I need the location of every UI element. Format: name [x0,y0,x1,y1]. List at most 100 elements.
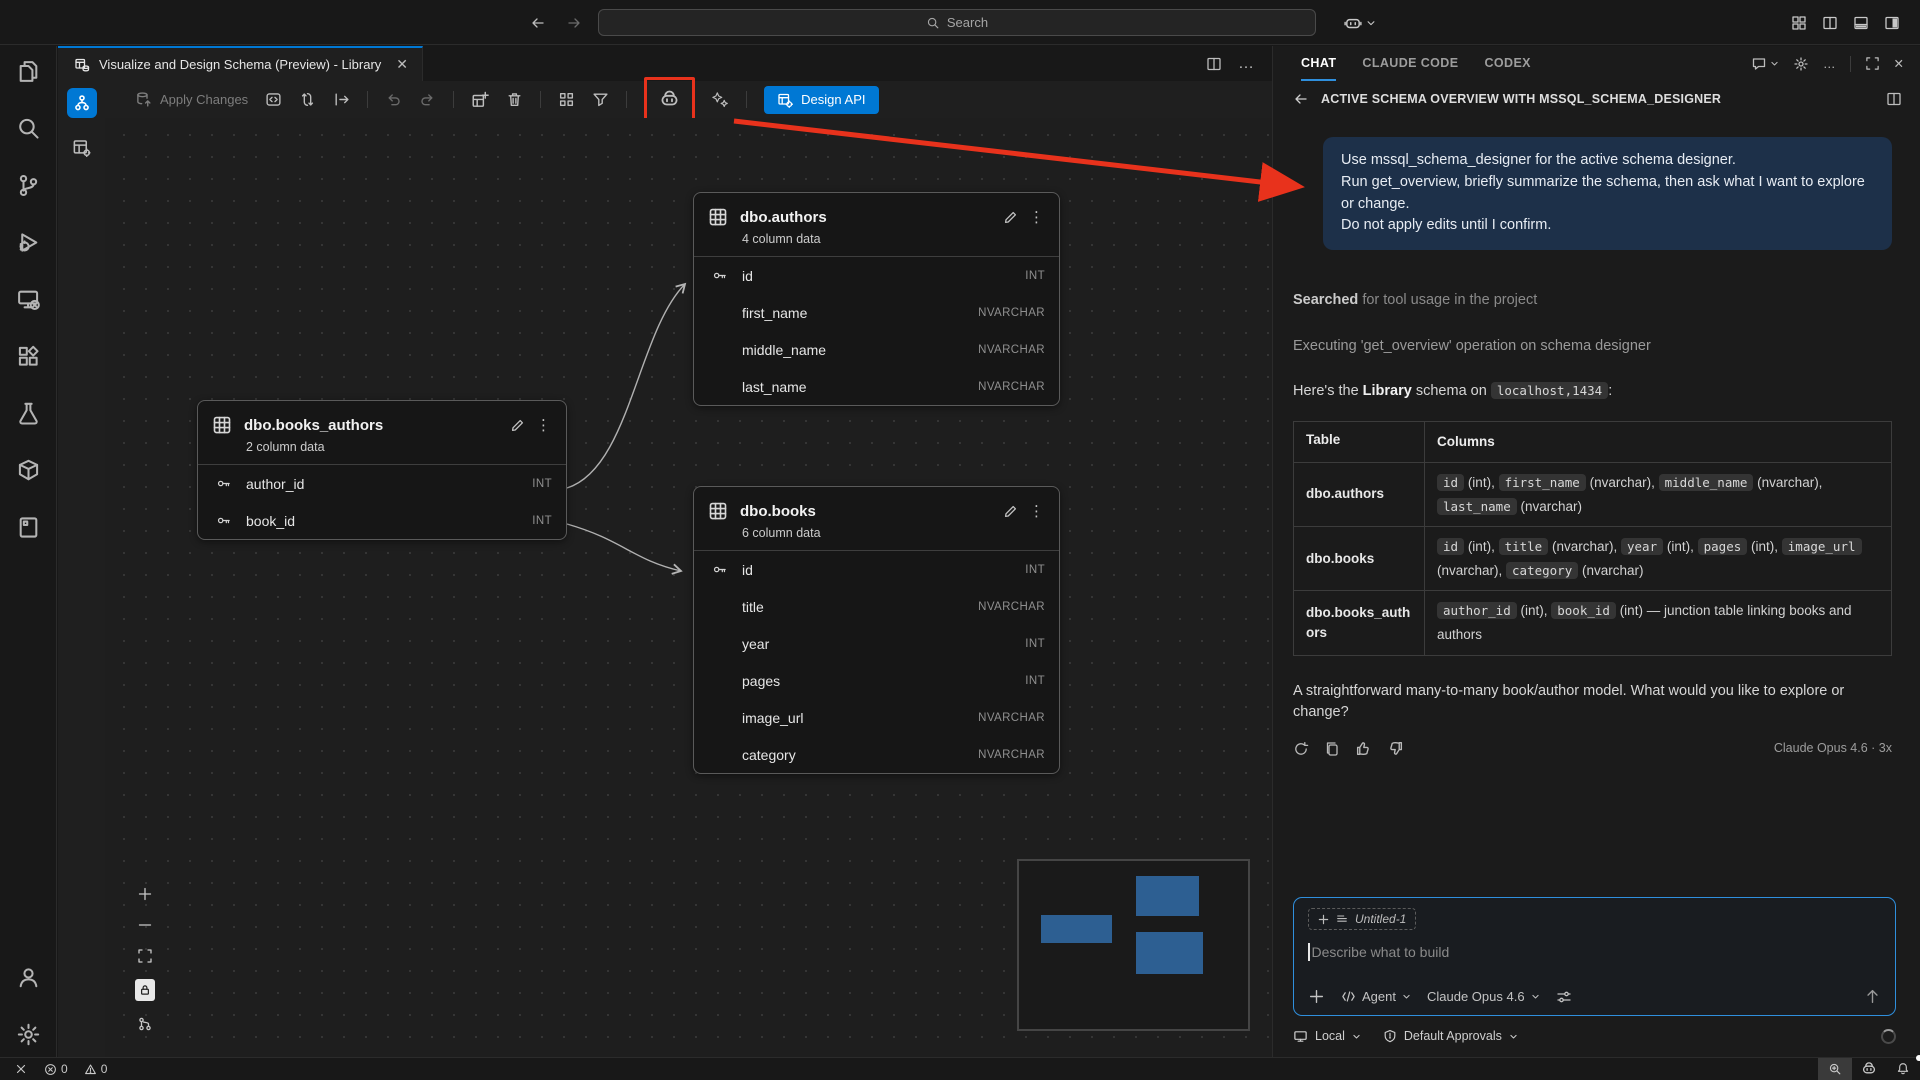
tab-chat[interactable]: CHAT [1301,46,1336,81]
auto-layout-icon[interactable] [558,91,575,108]
settings-gear-icon[interactable] [15,1021,41,1047]
tools-sliders-icon[interactable] [1556,989,1572,1005]
chat-more-icon[interactable]: … [1823,57,1836,71]
remote-indicator-icon[interactable] [14,1062,28,1076]
export-icon[interactable] [333,91,350,108]
close-panel-icon[interactable]: ✕ [1894,56,1904,71]
tab-codex[interactable]: CODEX [1484,46,1530,81]
regenerate-icon[interactable] [1293,741,1309,757]
searched-step[interactable]: Searched for tool usage in the project [1293,290,1892,312]
database-panel-icon[interactable] [15,514,41,540]
notifications-bell-icon[interactable] [1886,1058,1920,1080]
visualize-schema-button[interactable] [67,88,97,118]
copilot-toolbar-icon[interactable] [659,89,680,110]
column-row[interactable]: id INT [694,551,1059,588]
split-columns-icon[interactable] [1822,15,1838,31]
delete-table-icon[interactable] [506,91,523,108]
column-row[interactable]: category NVARCHAR [694,736,1059,773]
column-row[interactable]: year INT [694,625,1059,662]
column-row[interactable]: book_id INT [198,502,566,539]
remote-explorer-icon[interactable] [15,286,41,312]
edit-table-icon[interactable] [1003,209,1019,225]
run-debug-icon[interactable] [15,229,41,255]
source-control-icon[interactable] [15,172,41,198]
filter-icon[interactable] [592,91,609,108]
column-row[interactable]: id INT [694,257,1059,294]
compare-changes-icon[interactable] [299,91,316,108]
thumbs-down-icon[interactable] [1387,740,1404,757]
layout-grid-icon[interactable] [1791,15,1807,31]
text-cursor [1308,943,1310,961]
add-table-icon[interactable] [471,91,489,109]
maximize-panel-icon[interactable] [1865,56,1880,71]
schema-canvas[interactable]: dbo.books_authors ⋮ 2 column data author… [105,118,1272,1057]
interactivity-button[interactable] [137,1016,153,1032]
table-node-books-authors[interactable]: dbo.books_authors ⋮ 2 column data author… [197,400,567,540]
chat-input-box[interactable]: Untitled-1 Describe what to build Agent … [1293,897,1896,1016]
command-center-search[interactable]: Search [598,9,1316,36]
explorer-icon[interactable] [15,58,41,84]
zoom-out-button[interactable] [137,917,153,933]
zoom-in-button[interactable] [137,886,153,902]
containers-icon[interactable] [15,457,41,483]
extensions-icon[interactable] [15,343,41,369]
mode-selector[interactable]: Agent [1341,989,1411,1004]
edit-table-icon[interactable] [1003,503,1019,519]
open-in-editor-icon[interactable] [1886,91,1902,107]
column-row[interactable]: first_name NVARCHAR [694,294,1059,331]
thumbs-up-icon[interactable] [1355,740,1372,757]
back-arrow-icon[interactable] [530,15,546,31]
redo-icon[interactable] [419,91,436,108]
split-editor-icon[interactable] [1206,56,1222,72]
sparkle-icon[interactable] [712,91,729,108]
column-row[interactable]: title NVARCHAR [694,588,1059,625]
attach-icon[interactable] [1308,988,1325,1005]
edit-table-icon[interactable] [510,417,526,433]
table-menu-icon[interactable]: ⋮ [1029,208,1045,226]
account-icon[interactable] [15,964,41,990]
fit-view-button[interactable] [137,948,153,964]
context-chip[interactable]: Untitled-1 [1308,908,1416,930]
column-row[interactable]: last_name NVARCHAR [694,368,1059,405]
column-row[interactable]: image_url NVARCHAR [694,699,1059,736]
column-row[interactable]: middle_name NVARCHAR [694,331,1059,368]
environment-selector[interactable]: Local [1293,1029,1361,1044]
view-code-icon[interactable] [265,91,282,108]
approvals-selector[interactable]: Default Approvals [1383,1029,1518,1043]
forward-arrow-icon[interactable] [566,15,582,31]
table-node-authors[interactable]: dbo.authors ⋮ 4 column data id INT [693,192,1060,406]
copilot-status-icon[interactable] [1852,1058,1886,1080]
chat-settings-gear-icon[interactable] [1793,56,1809,72]
search-sidebar-icon[interactable] [15,115,41,141]
tab-close-icon[interactable]: ✕ [396,56,408,73]
executing-step[interactable]: Executing 'get_overview' operation on sc… [1293,336,1892,358]
new-chat-icon[interactable] [1751,56,1779,72]
table-menu-icon[interactable]: ⋮ [1029,502,1045,520]
user-message-line: Do not apply edits until I confirm. [1341,215,1874,237]
undo-icon[interactable] [385,91,402,108]
lock-button[interactable] [135,979,155,1001]
tab-claude-code[interactable]: CLAUDE CODE [1362,46,1458,81]
column-row[interactable]: author_id INT [198,465,566,502]
table-designer-button[interactable] [67,132,97,162]
problems-warnings[interactable]: 0 [84,1062,108,1076]
context-file-name: Untitled-1 [1355,912,1406,926]
tab-schema-designer[interactable]: Visualize and Design Schema (Preview) - … [58,46,423,81]
zoom-status-icon[interactable] [1818,1058,1852,1080]
editor-more-actions-icon[interactable]: … [1238,55,1254,73]
apply-changes-button[interactable]: Apply Changes [135,91,248,108]
table-menu-icon[interactable]: ⋮ [536,416,552,434]
copilot-menu-button[interactable] [1344,0,1376,45]
table-node-books[interactable]: dbo.books ⋮ 6 column data id INT [693,486,1060,774]
design-api-button[interactable]: Design API [764,86,878,114]
send-icon[interactable] [1864,988,1881,1005]
minimap[interactable] [1017,859,1250,1031]
panel-right-icon[interactable] [1884,15,1900,31]
model-selector[interactable]: Claude Opus 4.6 [1427,989,1540,1004]
panel-bottom-icon[interactable] [1853,15,1869,31]
back-icon[interactable] [1293,91,1309,107]
testing-icon[interactable] [15,400,41,426]
problems-errors[interactable]: 0 [44,1062,68,1076]
copy-icon[interactable] [1324,741,1340,757]
column-row[interactable]: pages INT [694,662,1059,699]
